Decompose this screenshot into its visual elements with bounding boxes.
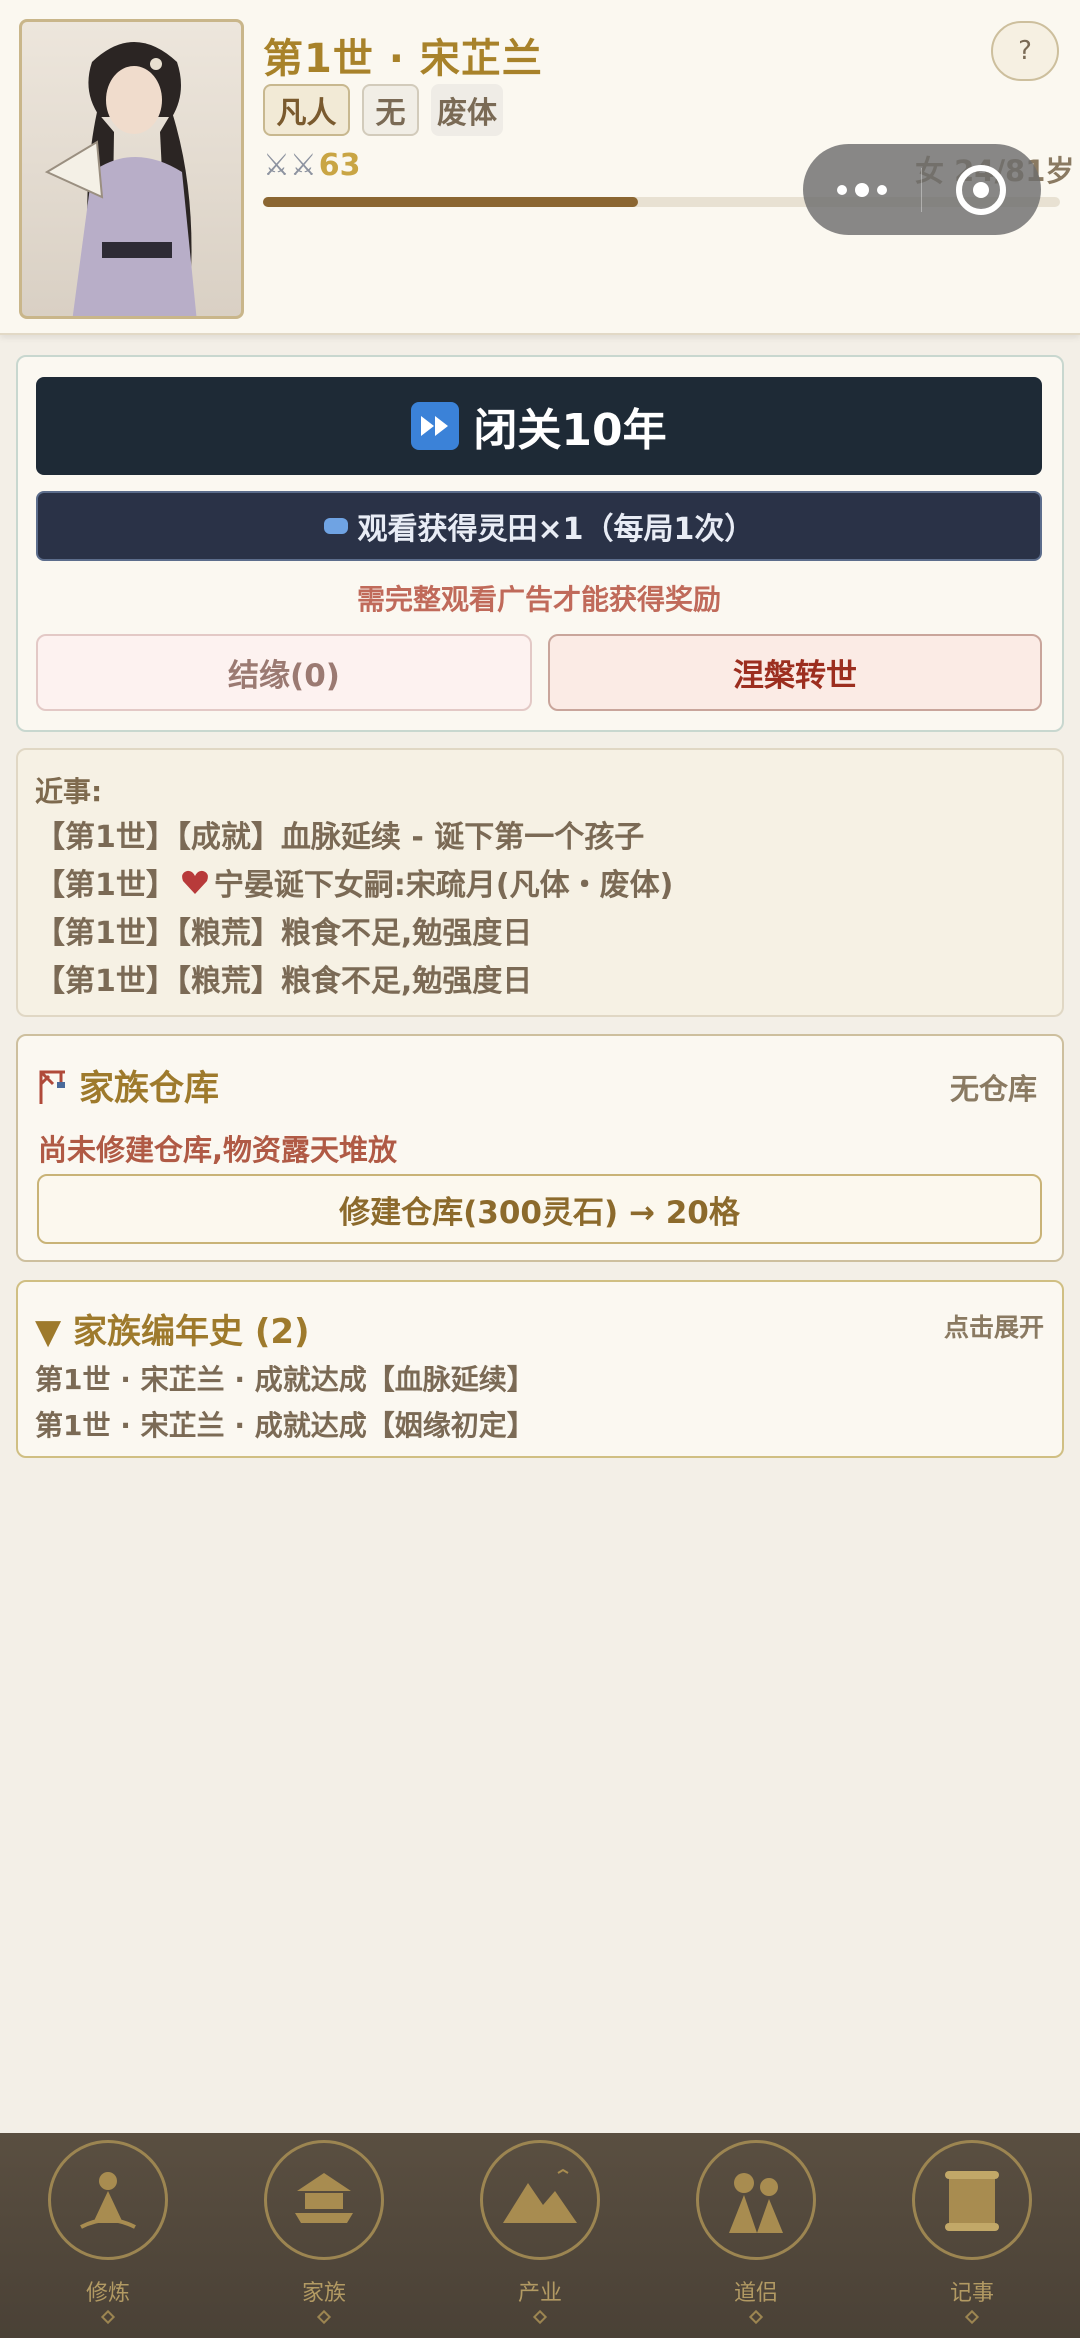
- tab-indicator: [532, 2309, 548, 2325]
- meditation-icon: [48, 2140, 168, 2260]
- retreat-button[interactable]: 闭关10年: [36, 377, 1042, 475]
- chronicle-expand-link[interactable]: 点击展开: [944, 1308, 1044, 1344]
- tab-indicator: [316, 2309, 332, 2325]
- event-line: 【第1世】【粮荒】粮食不足,勉强度日: [35, 964, 533, 999]
- character-title: 第1世 · 宋芷兰: [263, 36, 543, 82]
- close-miniprogram-icon[interactable]: [922, 164, 1040, 215]
- character-portrait[interactable]: [19, 19, 244, 319]
- chronicle-entry: 第1世 · 宋芷兰 · 成就达成【血脉延续】: [35, 1363, 535, 1396]
- combat-power: ⚔⚔ 63: [263, 148, 361, 183]
- scroll-icon: [912, 2140, 1032, 2260]
- lifespan-bar-fill: [263, 197, 638, 207]
- info-button[interactable]: ?: [991, 21, 1059, 81]
- tab-companion[interactable]: 道侣: [648, 2140, 864, 2338]
- tab-family[interactable]: 家族: [216, 2140, 432, 2338]
- event-line-text: 宁晏诞下女嗣:宋疏月(凡体・废体): [213, 868, 674, 903]
- tab-cultivate-label: 修炼: [85, 2281, 130, 2306]
- realm-badge: 凡人: [263, 84, 350, 136]
- combat-power-value: 63: [318, 148, 361, 183]
- mountain-icon: [480, 2140, 600, 2260]
- tab-companion-label: 道侣: [733, 2281, 778, 2306]
- event-line: 【第1世】 宁晏诞下女嗣:宋疏月(凡体・废体): [35, 860, 673, 904]
- event-line: 【第1世】【成就】血脉延续 - 诞下第一个孩子: [35, 820, 645, 855]
- storage-title: 家族仓库: [35, 1060, 219, 1111]
- marriage-button[interactable]: 结缘(0): [36, 634, 532, 711]
- tab-indicator: [748, 2309, 764, 2325]
- event-line-prefix: 【第1世】: [35, 868, 176, 903]
- tab-cultivate[interactable]: 修炼: [0, 2140, 216, 2338]
- couple-icon: [696, 2140, 816, 2260]
- storage-title-text: 家族仓库: [79, 1069, 220, 1109]
- info-icon: ?: [1018, 36, 1032, 66]
- pagoda-icon: [264, 2140, 384, 2260]
- chronicle-title[interactable]: ▼ 家族编年史 (2): [35, 1304, 310, 1353]
- tab-records[interactable]: 记事: [864, 2140, 1080, 2338]
- storage-note: 尚未修建仓库,物资露天堆放: [38, 1133, 398, 1167]
- crane-icon: [39, 1070, 65, 1104]
- tab-industry[interactable]: 产业: [432, 2140, 648, 2338]
- watch-ad-label: 观看获得灵田×1（每局1次）: [357, 512, 755, 547]
- tab-industry-label: 产业: [517, 2281, 562, 2306]
- video-icon: [323, 518, 348, 534]
- tab-family-label: 家族: [301, 2281, 346, 2306]
- build-storage-button[interactable]: 修建仓库(300灵石) → 20格: [37, 1174, 1042, 1244]
- storage-status: 无仓库: [950, 1072, 1038, 1106]
- spirit-root-badge: 无: [362, 84, 419, 136]
- event-line: 【第1世】【粮荒】粮食不足,勉强度日: [35, 916, 533, 951]
- miniprogram-capsule: [803, 144, 1041, 235]
- retreat-label: 闭关10年: [473, 405, 667, 456]
- ad-note: 需完整观看广告才能获得奖励: [356, 583, 721, 616]
- recent-events-title: 近事:: [35, 775, 103, 808]
- fast-forward-icon: [411, 402, 460, 450]
- couple-icon: [181, 870, 208, 894]
- more-icon[interactable]: [803, 182, 921, 197]
- portrait-illustration: [44, 42, 197, 316]
- chronicle-entry: 第1世 · 宋芷兰 · 成就达成【姻缘初定】: [35, 1409, 535, 1442]
- rebirth-button[interactable]: 涅槃转世: [548, 634, 1042, 711]
- crossed-swords-icon: ⚔⚔: [263, 148, 317, 183]
- watch-ad-button[interactable]: 观看获得灵田×1（每局1次）: [36, 491, 1042, 561]
- tab-records-label: 记事: [949, 2281, 994, 2306]
- tab-indicator: [964, 2309, 980, 2325]
- tab-indicator: [100, 2309, 116, 2325]
- physique-badge: 废体: [431, 84, 503, 136]
